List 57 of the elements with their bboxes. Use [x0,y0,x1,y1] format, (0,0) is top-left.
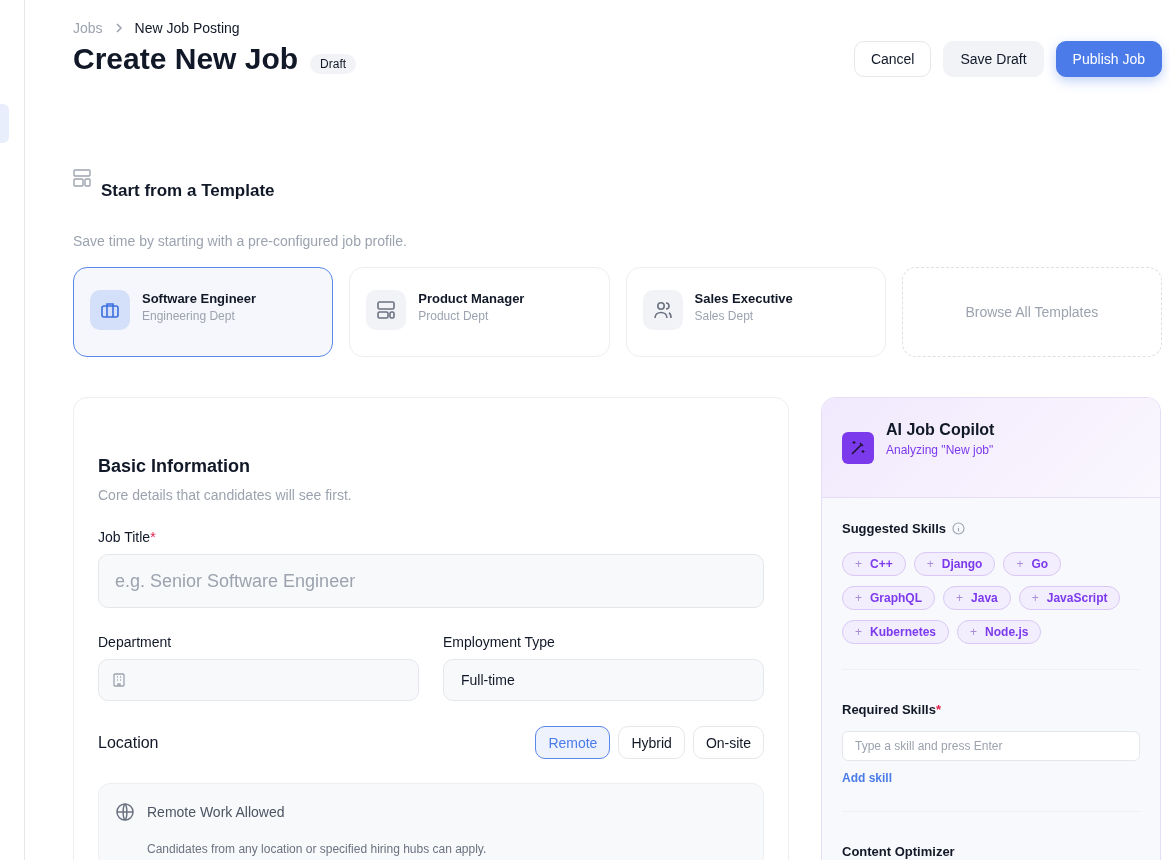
action-button[interactable]: Save Draft [943,41,1044,77]
template-department: Engineering Dept [142,309,236,323]
layout-icon [73,169,91,187]
department-field[interactable] [98,659,419,701]
field-label: Employment Type [443,634,556,650]
skill-chip[interactable]: + Go [1003,552,1062,576]
field-label: Department [98,634,173,650]
action-button[interactable]: Publish Job [1055,41,1162,77]
layout-icon [376,300,397,320]
skill-chip[interactable]: + GraphQL [842,586,936,610]
template-department: Product Dept [418,309,490,323]
template-name: Sales Executive [694,291,793,306]
field-label: Job Title* [98,529,157,545]
building-icon [113,673,125,687]
users-icon [652,300,673,320]
section-title: Start from a Template [101,181,275,201]
panel-subtitle: Analyzing "New job" [886,443,995,457]
skill-input[interactable]: Type a skill and press Enter [842,731,1140,761]
skill-chip[interactable]: + C++ [842,552,906,576]
section-title: Content Optimizer [842,844,956,859]
breadcrumb-link[interactable]: Jobs [73,20,103,36]
section-subtitle: Core details that candidates will see first. [98,487,353,503]
template-card[interactable]: Software Engineer Engineering Dept [73,267,334,357]
template-name: Product Manager [418,291,525,306]
template-card[interactable]: Product Manager Product Dept [349,267,610,357]
note-text: Candidates from any location or specified hiring hubs can apply. [147,842,488,856]
skill-chip[interactable]: + Node.js [957,620,1042,644]
field-label: Location [98,733,159,752]
location-option[interactable]: Remote [535,726,611,759]
template-name: Software Engineer [142,291,257,306]
section-subtitle: Save time by starting with a pre-configured job profile. [73,233,408,249]
location-option[interactable]: Hybrid [618,726,685,759]
breadcrumb-link[interactable]: New Job Posting [134,20,240,36]
employment-type-field[interactable]: Full-time [443,659,764,701]
section-title: Suggested Skills [842,521,947,536]
chevron-right-icon [114,22,123,34]
status-badge: Draft [310,54,357,74]
briefcase-icon [100,300,120,320]
job-title-field[interactable]: e.g. Senior Software Engineer [98,554,764,608]
panel-title: AI Job Copilot [886,421,995,439]
globe-icon [115,802,135,822]
action-button[interactable]: Cancel [853,41,932,77]
location-option[interactable]: On-site [692,726,764,759]
info-icon [952,522,966,535]
add-skill-link[interactable]: Add skill [842,771,892,785]
browse-templates-button[interactable]: Browse All Templates [901,267,1162,357]
section-title: Basic Information [98,456,252,477]
template-department: Sales Dept [694,309,755,323]
skill-chip[interactable]: + Java [943,586,1011,610]
skill-chip[interactable]: + Django [913,552,996,576]
magic-wand-icon [842,432,874,464]
template-card[interactable]: Sales Executive Sales Dept [625,267,886,357]
skill-chip[interactable]: + Kubernetes [842,620,950,644]
field-label: Required Skills* [842,702,942,717]
skill-chip[interactable]: + JavaScript [1018,586,1121,610]
page-title: Create New Job [73,42,299,76]
note-title: Remote Work Allowed [147,804,285,820]
